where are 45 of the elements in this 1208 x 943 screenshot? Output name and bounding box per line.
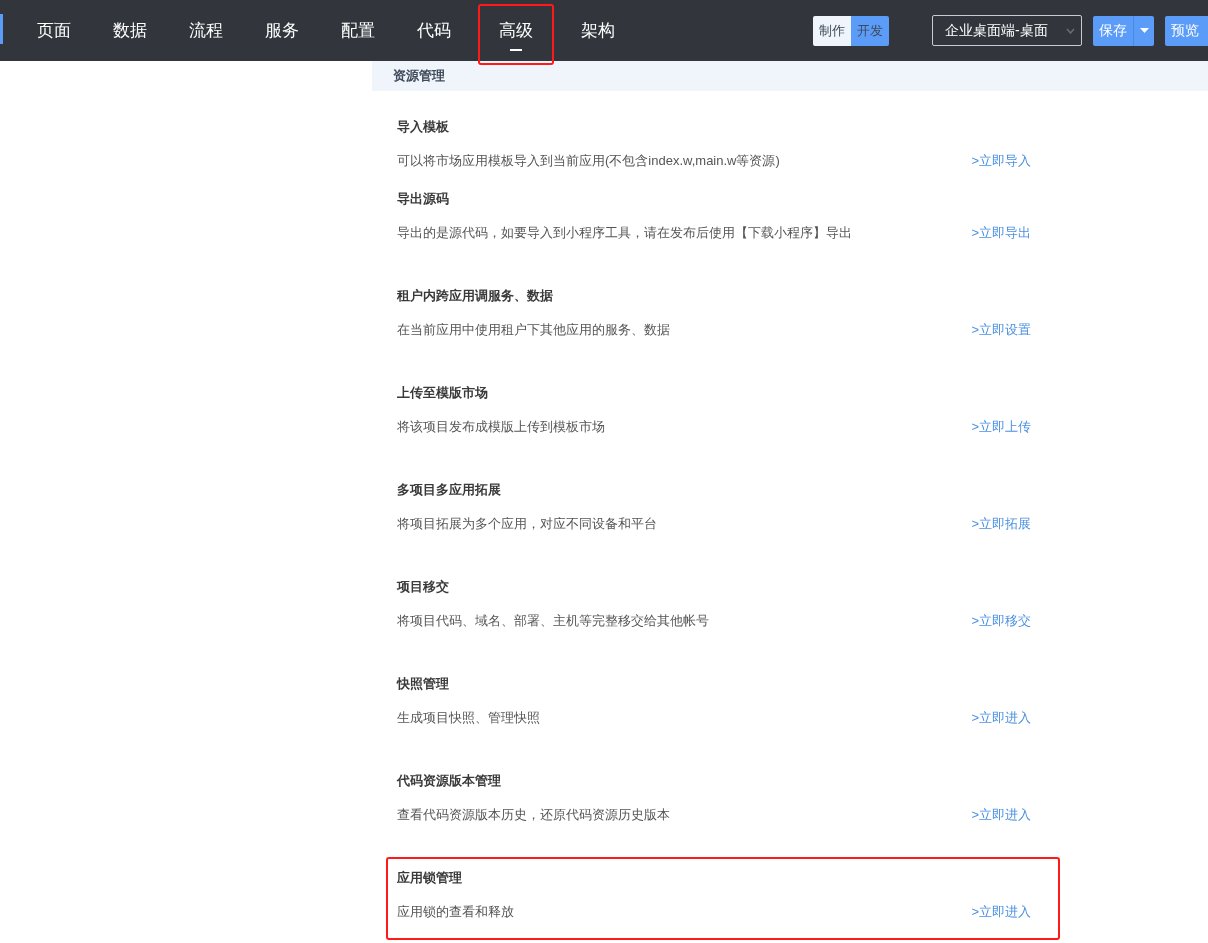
preview-button[interactable]: 预览 bbox=[1165, 15, 1208, 46]
section-description: 查看代码资源版本历史，还原代码资源历史版本 bbox=[397, 805, 670, 824]
caret-down-icon bbox=[1139, 28, 1149, 33]
section-title: 应用锁管理 bbox=[397, 869, 462, 888]
mode-toggle-option[interactable]: 制作 bbox=[813, 15, 851, 46]
action-link[interactable]: >立即移交 bbox=[971, 610, 1031, 631]
section-description: 应用锁的查看和释放 bbox=[397, 902, 514, 921]
section-description: 将该项目发布成模版上传到模板市场 bbox=[397, 417, 605, 436]
section-title: 代码资源版本管理 bbox=[397, 772, 501, 791]
section-title: 快照管理 bbox=[397, 675, 449, 694]
action-link[interactable]: >立即导入 bbox=[971, 150, 1031, 171]
section-title: 导出源码 bbox=[397, 190, 449, 209]
section-description: 可以将市场应用模板导入到当前应用(不包含index.w,main.w等资源) bbox=[397, 151, 780, 170]
nav-tab[interactable]: 服务 bbox=[244, 0, 320, 61]
section-description: 生成项目快照、管理快照 bbox=[397, 708, 540, 727]
save-options-button[interactable] bbox=[1134, 15, 1154, 46]
action-link[interactable]: >立即拓展 bbox=[971, 513, 1031, 534]
nav-tab[interactable]: 配置 bbox=[320, 0, 396, 61]
action-link[interactable]: >立即设置 bbox=[971, 319, 1031, 340]
mode-toggle-option[interactable]: 开发 bbox=[851, 15, 889, 46]
section-description: 导出的是源代码，如要导入到小程序工具，请在发布后使用【下载小程序】导出 bbox=[397, 223, 852, 242]
action-link[interactable]: >立即进入 bbox=[971, 804, 1031, 825]
target-select[interactable]: 企业桌面端-桌面 bbox=[932, 15, 1082, 46]
section-description: 将项目代码、域名、部署、主机等完整移交给其他帐号 bbox=[397, 611, 709, 630]
nav-tab[interactable]: 流程 bbox=[168, 0, 244, 61]
nav-tab[interactable]: 页面 bbox=[16, 0, 92, 61]
action-link[interactable]: >立即进入 bbox=[971, 707, 1031, 728]
nav-tab[interactable]: 数据 bbox=[92, 0, 168, 61]
section-title: 租户内跨应用调服务、数据 bbox=[397, 287, 553, 306]
action-link[interactable]: >立即导出 bbox=[971, 222, 1031, 243]
action-link[interactable]: >立即上传 bbox=[971, 416, 1031, 437]
section-description: 将项目拓展为多个应用，对应不同设备和平台 bbox=[397, 514, 657, 533]
nav-tab[interactable]: 架构 bbox=[560, 0, 636, 61]
action-link[interactable]: >立即进入 bbox=[971, 901, 1031, 922]
edge-marker bbox=[0, 14, 3, 44]
section-title: 项目移交 bbox=[397, 578, 449, 597]
section-title: 多项目多应用拓展 bbox=[397, 481, 501, 500]
nav-tab[interactable]: 高级 bbox=[478, 4, 554, 65]
section-description: 在当前应用中使用租户下其他应用的服务、数据 bbox=[397, 320, 670, 339]
section-title: 上传至模版市场 bbox=[397, 384, 488, 403]
save-button[interactable]: 保存 bbox=[1093, 15, 1134, 46]
section-title: 导入模板 bbox=[397, 118, 449, 137]
panel-title: 资源管理 bbox=[393, 67, 445, 86]
chevron-down-icon bbox=[1066, 27, 1075, 34]
nav-tab[interactable]: 代码 bbox=[396, 0, 472, 61]
